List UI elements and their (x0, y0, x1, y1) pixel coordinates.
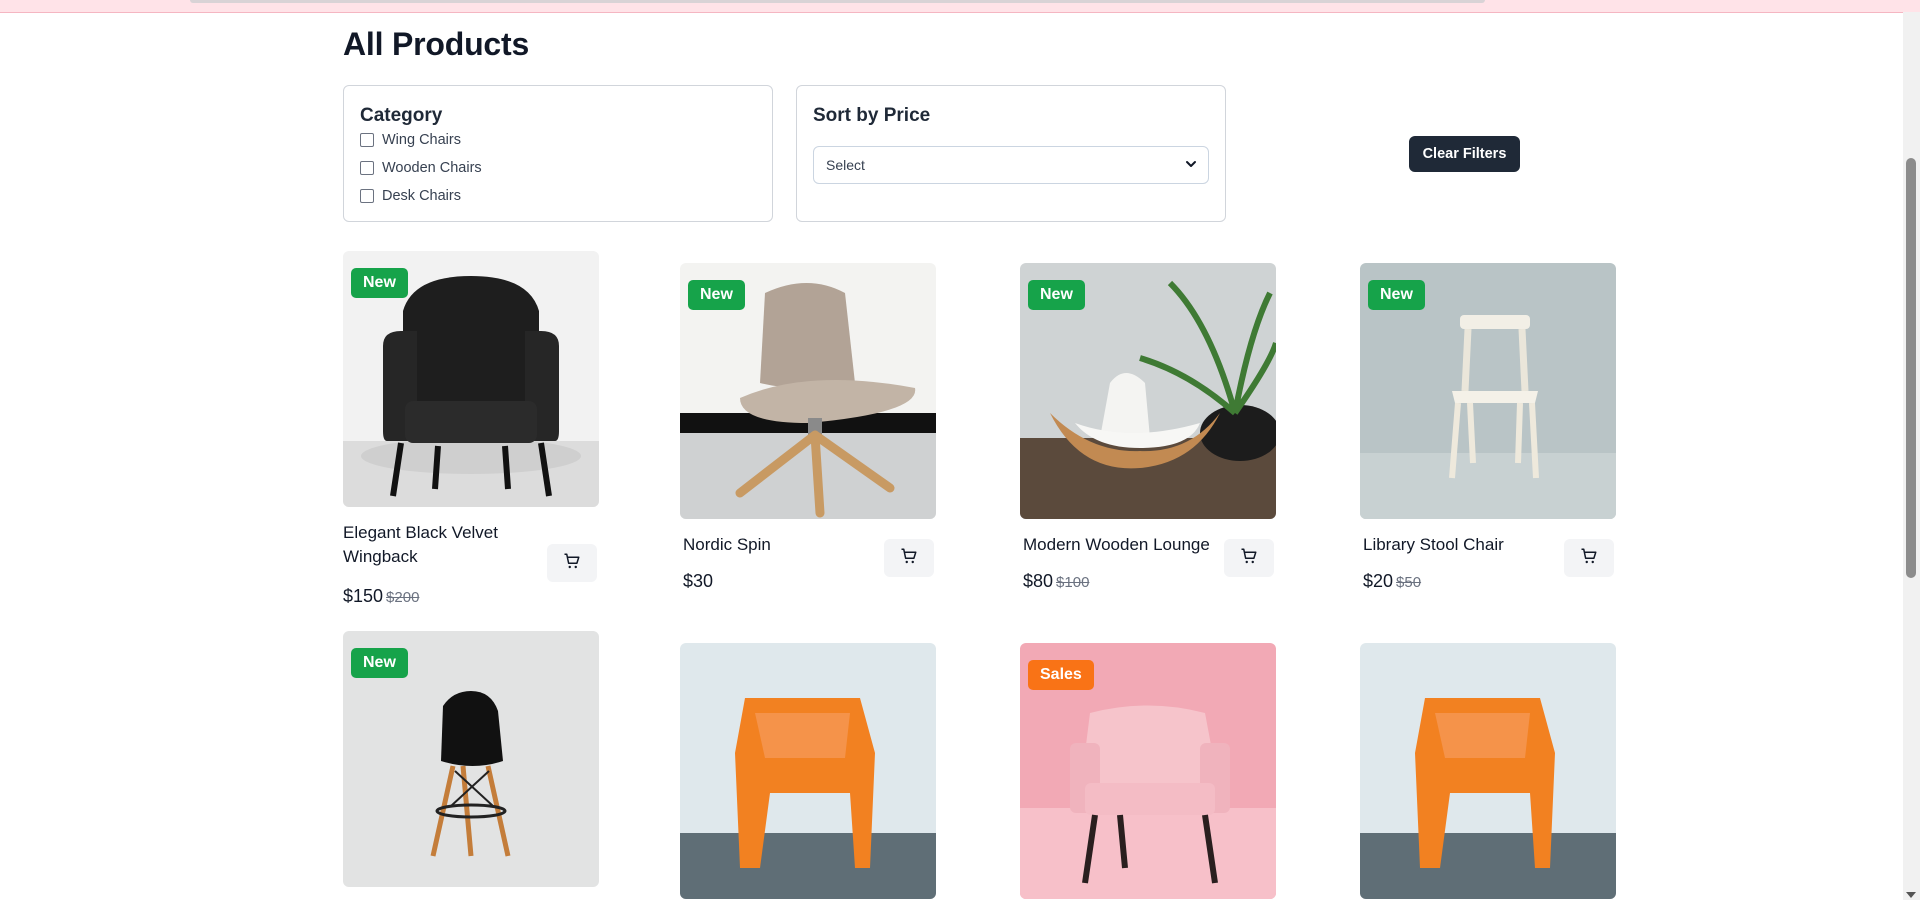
product-price: $150 (343, 586, 384, 606)
product-badge: New (1028, 280, 1085, 310)
product-image[interactable]: New (1360, 263, 1616, 519)
product-badge: Sales (1028, 660, 1094, 690)
product-name[interactable]: Modern Wooden Lounge (1023, 533, 1223, 557)
product-old-price: $50 (1396, 574, 1422, 591)
sort-filter-panel: Sort by Price Select (796, 85, 1226, 222)
product-price-row: $30 (683, 571, 713, 592)
shopping-cart-icon (1240, 547, 1258, 570)
product-price-row: $80 $100 (1023, 571, 1089, 592)
product-name[interactable]: Library Stool Chair (1363, 533, 1553, 557)
sort-price-select[interactable]: Select (813, 146, 1209, 184)
scrollbar-thumb[interactable] (1906, 158, 1916, 578)
product-image[interactable]: New (343, 631, 599, 887)
sort-select-value: Select (826, 157, 865, 173)
product-badge: New (1368, 280, 1425, 310)
product-image[interactable] (680, 643, 936, 899)
category-option-wing-chairs[interactable]: Wing Chairs (360, 132, 461, 148)
category-option-label: Wooden Chairs (382, 160, 482, 176)
product-price: $20 (1363, 571, 1394, 591)
checkbox[interactable] (360, 133, 374, 147)
category-filter-panel: Category Wing Chairs Wooden Chairs Desk … (343, 85, 773, 222)
shopping-cart-icon (1580, 547, 1598, 570)
product-price-row: $20 $50 (1363, 571, 1421, 592)
page-scrollbar[interactable] (1903, 12, 1920, 900)
product-image[interactable]: New (343, 251, 599, 507)
product-image[interactable]: New (680, 263, 936, 519)
page-title: All Products (343, 26, 530, 62)
product-name[interactable]: Nordic Spin (683, 533, 873, 557)
product-old-price: $100 (1056, 574, 1090, 591)
product-image[interactable] (1360, 643, 1616, 899)
shopping-cart-icon (900, 547, 918, 570)
add-to-cart-button[interactable] (1564, 539, 1614, 577)
product-image[interactable]: Sales (1020, 643, 1276, 899)
category-option-desk-chairs[interactable]: Desk Chairs (360, 188, 461, 204)
browser-top-strip (0, 0, 1920, 13)
checkbox[interactable] (360, 189, 374, 203)
category-option-label: Wing Chairs (382, 132, 461, 148)
category-option-wooden-chairs[interactable]: Wooden Chairs (360, 160, 482, 176)
checkbox[interactable] (360, 161, 374, 175)
chevron-down-icon (1184, 157, 1198, 174)
add-to-cart-button[interactable] (1224, 539, 1274, 577)
product-price: $30 (683, 571, 714, 591)
add-to-cart-button[interactable] (884, 539, 934, 577)
clear-filters-button[interactable]: Clear Filters (1409, 136, 1520, 172)
product-name[interactable]: Elegant Black Velvet Wingback (343, 521, 533, 569)
product-old-price: $200 (386, 589, 420, 606)
product-badge: New (351, 268, 408, 298)
scroll-down-arrow-icon[interactable] (1906, 892, 1916, 898)
product-image[interactable]: New (1020, 263, 1276, 519)
product-badge: New (688, 280, 745, 310)
category-option-label: Desk Chairs (382, 188, 461, 204)
shopping-cart-icon (563, 552, 581, 575)
product-badge: New (351, 648, 408, 678)
top-strip-bar (190, 0, 1485, 3)
product-price-row: $150 $200 (343, 586, 419, 607)
product-price: $80 (1023, 571, 1054, 591)
category-filter-title: Category (360, 105, 443, 126)
sort-filter-title: Sort by Price (813, 105, 931, 126)
add-to-cart-button[interactable] (547, 544, 597, 582)
